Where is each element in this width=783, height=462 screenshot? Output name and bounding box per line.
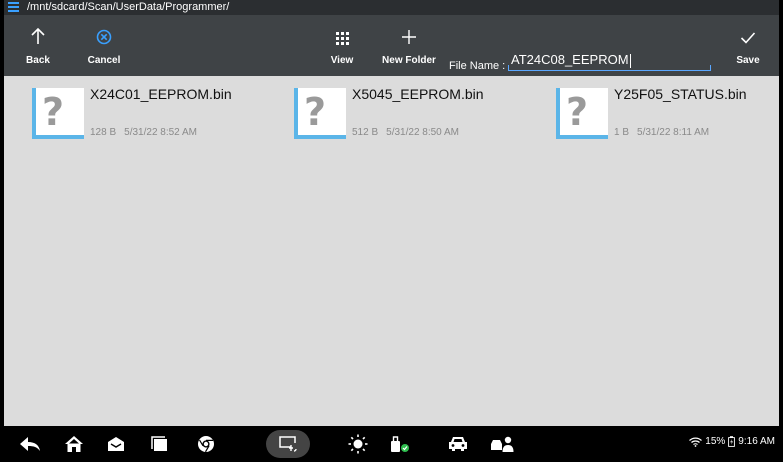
file-size: 128 B <box>90 127 117 138</box>
cancel-circle-icon <box>96 15 112 45</box>
brightness-icon[interactable] <box>342 430 374 458</box>
file-item[interactable]: ? X24C01_EEPROM.bin 128 B 5/31/22 8:52 AM <box>4 84 244 144</box>
battery-percent: 15% <box>705 436 726 447</box>
file-name-label: File Name : <box>449 60 506 72</box>
recent-apps-icon[interactable] <box>144 430 176 458</box>
file-name: X24C01_EEPROM.bin <box>90 86 232 102</box>
file-size: 1 B <box>614 127 630 138</box>
status-area: 15% 9:16 AM <box>689 436 775 447</box>
arrow-up-icon <box>30 15 46 45</box>
path-bar: /mnt/sdcard/Scan/UserData/Programmer/ <box>4 0 779 15</box>
file-name-value: AT24C08_EEPROM <box>511 52 629 67</box>
file-name: X5045_EEPROM.bin <box>352 86 484 102</box>
system-nav-bar: 15% 9:16 AM <box>4 426 779 462</box>
text-cursor <box>629 53 631 68</box>
cancel-label: Cancel <box>87 55 121 66</box>
toolbar: Back Cancel View New Folder File Name: … <box>4 15 779 76</box>
save-button[interactable]: Save <box>726 15 770 76</box>
plus-icon <box>401 15 417 45</box>
menu-icon[interactable] <box>7 0 21 15</box>
file-name: Y25F05_STATUS.bin <box>614 86 747 102</box>
view-button[interactable]: View <box>322 15 362 76</box>
file-meta: 128 B 5/31/22 8:52 AM <box>90 127 197 138</box>
file-size: 512 B <box>352 127 379 138</box>
file-date: 5/31/22 8:50 AM <box>386 127 459 138</box>
car-icon[interactable] <box>442 430 474 458</box>
home-icon[interactable] <box>58 430 90 458</box>
view-label: View <box>330 55 354 66</box>
checkmark-icon <box>740 15 756 45</box>
file-name-input[interactable]: AT24C08_EEPROM <box>508 51 711 71</box>
file-item[interactable]: ? X5045_EEPROM.bin 512 B 5/31/22 8:50 AM <box>266 84 506 144</box>
back-arrow-icon[interactable] <box>14 430 46 458</box>
new-folder-button[interactable]: New Folder <box>376 15 442 76</box>
file-date: 5/31/22 8:11 AM <box>637 127 710 138</box>
cancel-button[interactable]: Cancel <box>82 15 126 76</box>
battery-charging-icon <box>728 436 736 447</box>
back-label: Back <box>26 55 50 66</box>
screen-mirror-icon[interactable] <box>266 430 310 458</box>
file-item[interactable]: ? Y25F05_STATUS.bin 1 B 5/31/22 8:11 AM <box>528 84 768 144</box>
new-folder-label: New Folder <box>382 55 436 66</box>
file-meta: 1 B 5/31/22 8:11 AM <box>614 127 709 138</box>
chrome-icon[interactable] <box>190 430 222 458</box>
grid-view-icon <box>335 15 349 45</box>
wifi-icon <box>689 437 703 447</box>
remote-expert-icon[interactable] <box>486 430 518 458</box>
file-meta: 512 B 5/31/22 8:50 AM <box>352 127 459 138</box>
current-path: /mnt/sdcard/Scan/UserData/Programmer/ <box>27 1 230 13</box>
file-date: 5/31/22 8:52 AM <box>124 127 197 138</box>
unknown-file-icon: ? <box>556 88 608 139</box>
unknown-file-icon: ? <box>32 88 84 139</box>
back-button[interactable]: Back <box>16 15 60 76</box>
unknown-file-icon: ? <box>294 88 346 139</box>
app-screen: /mnt/sdcard/Scan/UserData/Programmer/ Ba… <box>4 0 779 462</box>
file-list: ? X24C01_EEPROM.bin 128 B 5/31/22 8:52 AM… <box>4 76 779 426</box>
save-label: Save <box>736 55 760 66</box>
mail-icon[interactable] <box>100 430 132 458</box>
vci-connected-icon[interactable] <box>384 430 416 458</box>
clock: 9:16 AM <box>738 436 775 447</box>
